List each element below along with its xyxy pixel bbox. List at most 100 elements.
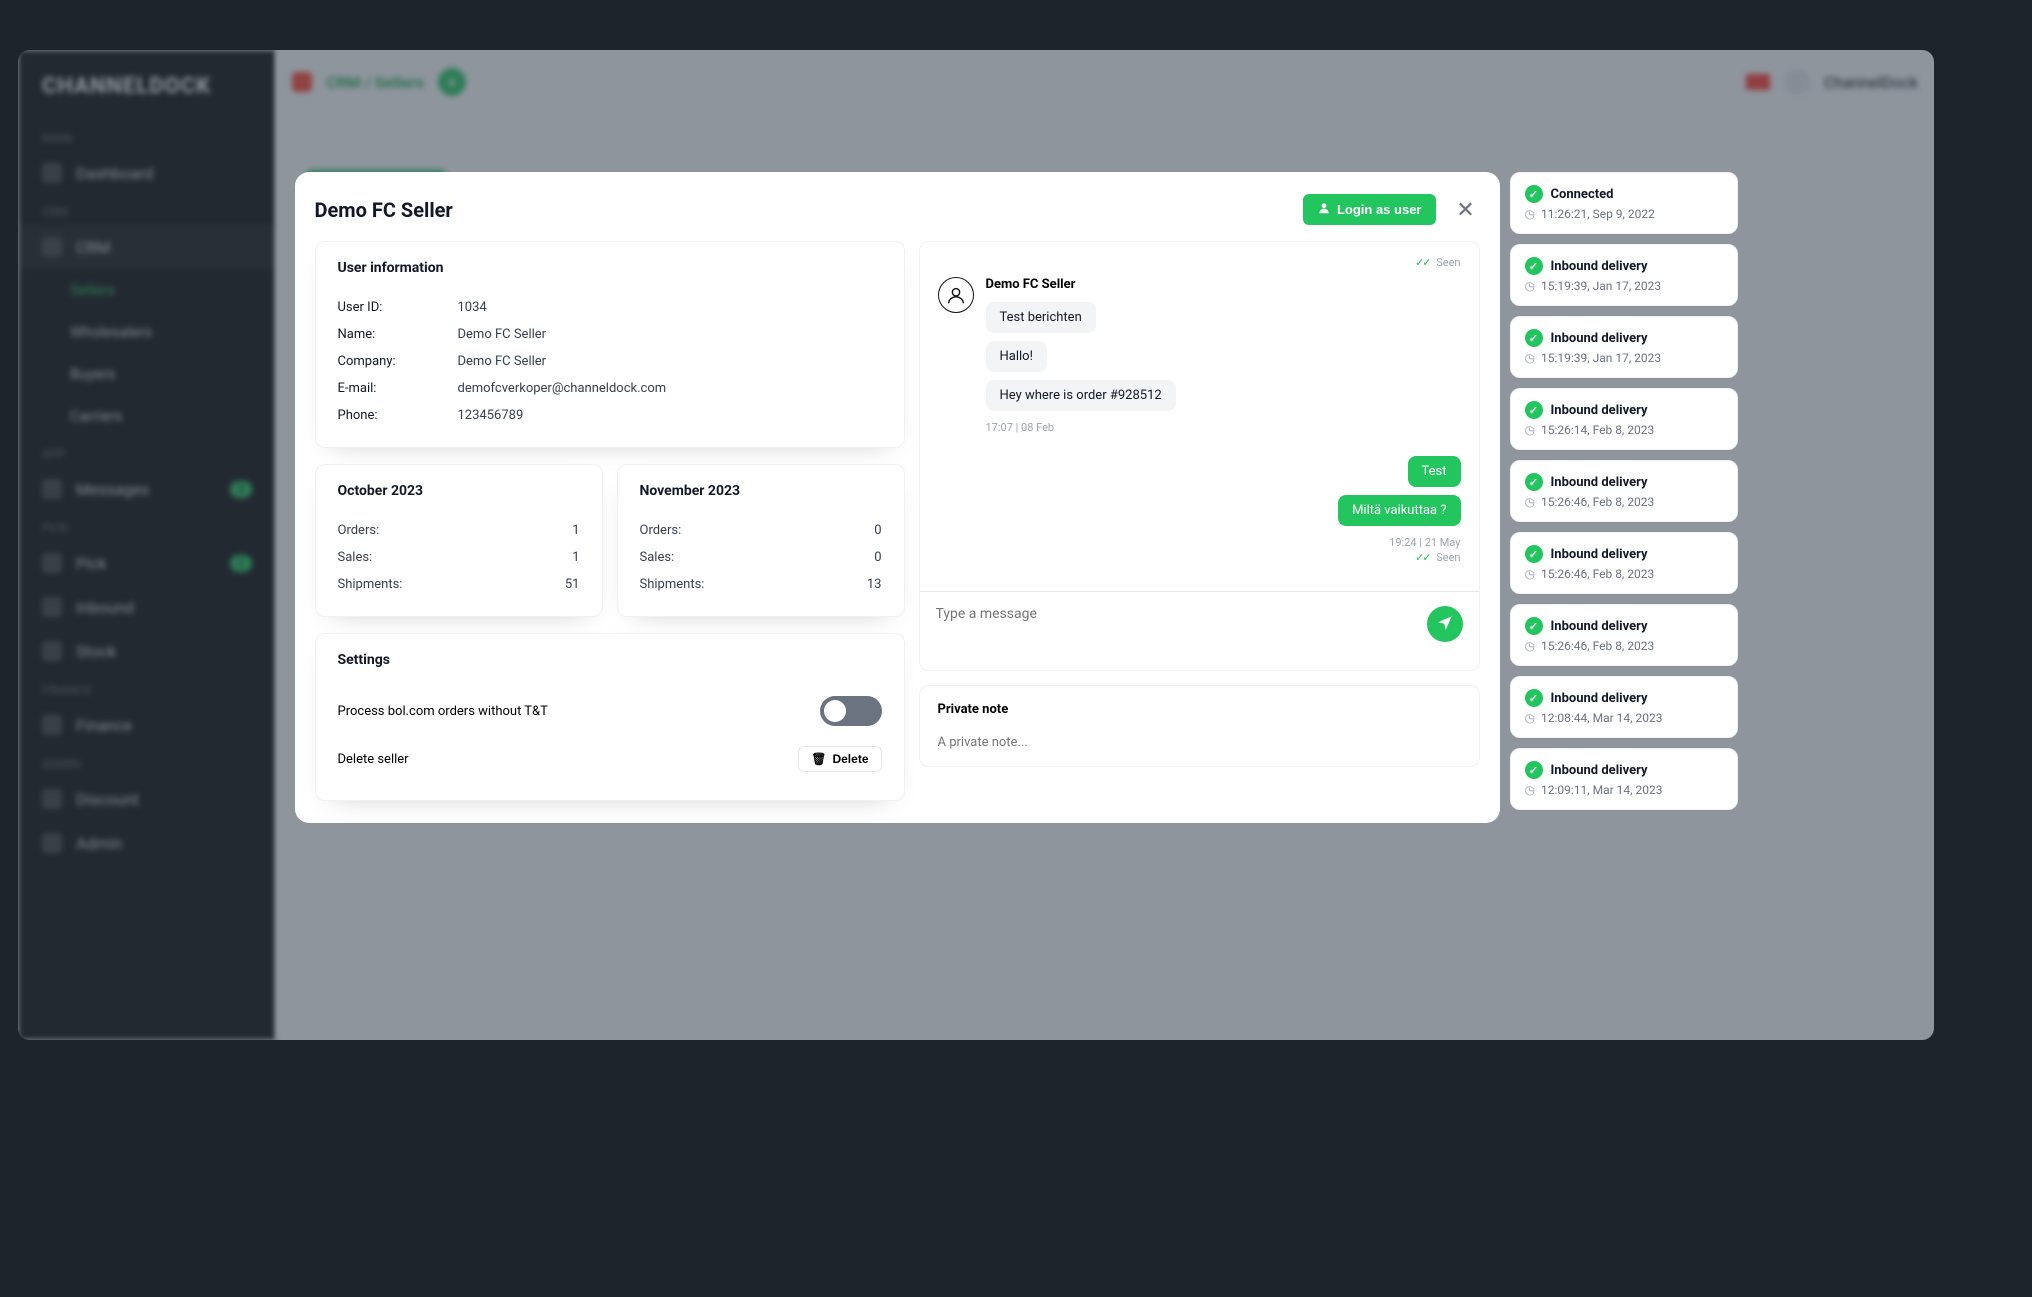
clock-icon <box>1525 423 1535 437</box>
user-info-card: User information User ID:1034Name:Demo F… <box>315 241 905 448</box>
login-label: Login as user <box>1337 202 1422 217</box>
info-key: E-mail: <box>338 381 458 396</box>
login-as-user-button[interactable]: Login as user <box>1303 194 1436 225</box>
stat-row: Sales: 1 <box>338 544 580 571</box>
activity-title: Inbound delivery <box>1551 259 1648 274</box>
activity-title: Inbound delivery <box>1551 331 1648 346</box>
chat-input[interactable] <box>936 606 1415 656</box>
activity-feed: ✓Connected11:26:21, Sep 9, 2022✓Inbound … <box>1510 172 1738 823</box>
delete-seller-button[interactable]: Delete <box>798 746 881 772</box>
activity-item[interactable]: ✓ Inbound delivery 15:26:14, Feb 8, 2023 <box>1510 388 1738 450</box>
clock-icon <box>1525 567 1535 581</box>
stat-key: Orders: <box>640 523 682 538</box>
activity-time: 15:26:46, Feb 8, 2023 <box>1541 495 1654 509</box>
close-icon: ✕ <box>1456 197 1474 222</box>
status-dot-icon: ✓ <box>1525 257 1543 275</box>
status-dot-icon: ✓ <box>1525 401 1543 419</box>
activity-item[interactable]: ✓Inbound delivery15:26:46, Feb 8, 2023 <box>1510 460 1738 522</box>
stat-value: 51 <box>565 577 580 592</box>
setting-label-delete: Delete seller <box>338 752 409 767</box>
activity-item[interactable]: ✓Inbound delivery12:09:11, Mar 14, 2023 <box>1510 748 1738 810</box>
activity-item[interactable]: ✓Inbound delivery15:19:39, Jan 17, 2023 <box>1510 316 1738 378</box>
activity-item[interactable]: ✓ Inbound delivery 15:19:39, Jan 17, 2023 <box>1510 244 1738 306</box>
info-key: Name: <box>338 327 458 342</box>
stat-row: Sales:0 <box>640 544 882 571</box>
info-key: Company: <box>338 354 458 369</box>
activity-title: Inbound delivery <box>1551 619 1648 634</box>
info-row: User ID:1034 <box>338 294 882 321</box>
status-dot-icon: ✓ <box>1525 761 1543 779</box>
delete-label: Delete <box>832 752 868 766</box>
stat-key: Shipments: <box>338 577 403 592</box>
stat-key: Sales: <box>338 550 373 565</box>
settings-heading: Settings <box>338 652 882 668</box>
toggle-tnt[interactable] <box>820 696 882 726</box>
status-dot-icon: ✓ <box>1525 545 1543 563</box>
chat-message-in: Test berichten <box>986 302 1096 333</box>
status-dot-icon: ✓ <box>1525 689 1543 707</box>
send-button[interactable] <box>1427 606 1463 642</box>
seen-label: Seen <box>1436 256 1460 269</box>
info-key: User ID: <box>338 300 458 315</box>
private-note-card: Private note <box>919 685 1480 767</box>
activity-item[interactable]: ✓ Inbound delivery 12:08:44, Mar 14, 2023 <box>1510 676 1738 738</box>
activity-time: 15:26:46, Feb 8, 2023 <box>1541 639 1654 653</box>
activity-title: Inbound delivery <box>1551 763 1648 778</box>
stat-value: 1 <box>572 550 579 565</box>
stat-row: Shipments: 13 <box>640 571 882 598</box>
info-value: Demo FC Seller <box>458 327 547 342</box>
activity-time: 15:26:14, Feb 8, 2023 <box>1541 423 1654 437</box>
info-value: 1034 <box>458 300 487 315</box>
chat-message-in: Hallo! <box>986 341 1047 372</box>
user-info-heading: User information <box>338 260 882 276</box>
chat-message-out: Miltä vaikuttaa ? <box>1338 495 1460 526</box>
status-dot-icon: ✓ <box>1525 185 1543 203</box>
clock-icon <box>1525 711 1535 725</box>
info-row: E-mail:demofcverkoper@channeldock.com <box>338 375 882 402</box>
trash-icon <box>811 752 826 766</box>
status-dot-icon: ✓ <box>1525 617 1543 635</box>
chat-message-in: Hey where is order #928512 <box>986 380 1176 411</box>
month-stats-card: November 2023Orders:0Sales:0Shipments:13 <box>617 464 905 617</box>
clock-icon <box>1525 639 1535 653</box>
stat-value: 0 <box>874 523 881 538</box>
chat-message-out: Test <box>1408 456 1461 487</box>
send-icon <box>1436 614 1454 635</box>
clock-icon <box>1525 207 1535 221</box>
stat-value: 0 <box>874 550 881 565</box>
chat-timestamp-out: 19:24 | 21 May <box>938 536 1461 549</box>
activity-time: 12:08:44, Mar 14, 2023 <box>1541 711 1662 725</box>
stat-value: 13 <box>867 577 882 592</box>
stat-row: Orders:1 <box>338 517 580 544</box>
activity-time: 15:19:39, Jan 17, 2023 <box>1541 279 1661 293</box>
note-input[interactable] <box>938 735 1461 750</box>
activity-item[interactable]: ✓Inbound delivery15:26:46, Feb 8, 2023 <box>1510 532 1738 594</box>
stat-key: Shipments: <box>640 577 705 592</box>
chat-card: ✓✓ Seen Demo FC Seller Test berichten Hal… <box>919 241 1480 671</box>
chat-sender-name: Demo FC Seller <box>986 277 1176 292</box>
info-value: demofcverkoper@channeldock.com <box>458 381 667 396</box>
activity-title: Inbound delivery <box>1551 403 1648 418</box>
activity-item[interactable]: ✓ Connected 11:26:21, Sep 9, 2022 <box>1510 172 1738 234</box>
close-button[interactable]: ✕ <box>1452 196 1480 224</box>
clock-icon <box>1525 279 1535 293</box>
check-icon: ✓✓ <box>1415 256 1429 269</box>
activity-time: 11:26:21, Sep 9, 2022 <box>1541 207 1655 221</box>
activity-title: Inbound delivery <box>1551 691 1648 706</box>
clock-icon <box>1525 351 1535 365</box>
activity-item[interactable]: ✓ Inbound delivery 15:26:46, Feb 8, 2023 <box>1510 604 1738 666</box>
settings-card: Settings Process bol.com orders without … <box>315 633 905 801</box>
modal-overlay[interactable]: Demo FC Seller Login as user ✕ <box>0 0 2032 1297</box>
info-row: Company:Demo FC Seller <box>338 348 882 375</box>
activity-title: Connected <box>1551 187 1614 202</box>
info-value: 123456789 <box>458 408 524 423</box>
stat-value: 1 <box>572 523 579 538</box>
check-icon: ✓✓ <box>1415 551 1429 564</box>
clock-icon <box>1525 495 1535 509</box>
info-value: Demo FC Seller <box>458 354 547 369</box>
seen-label: Seen <box>1436 551 1460 564</box>
activity-time: 15:19:39, Jan 17, 2023 <box>1541 351 1661 365</box>
info-row: Name:Demo FC Seller <box>338 321 882 348</box>
month-title: October 2023 <box>338 483 580 499</box>
seen-indicator: ✓✓ Seen <box>938 256 1461 269</box>
